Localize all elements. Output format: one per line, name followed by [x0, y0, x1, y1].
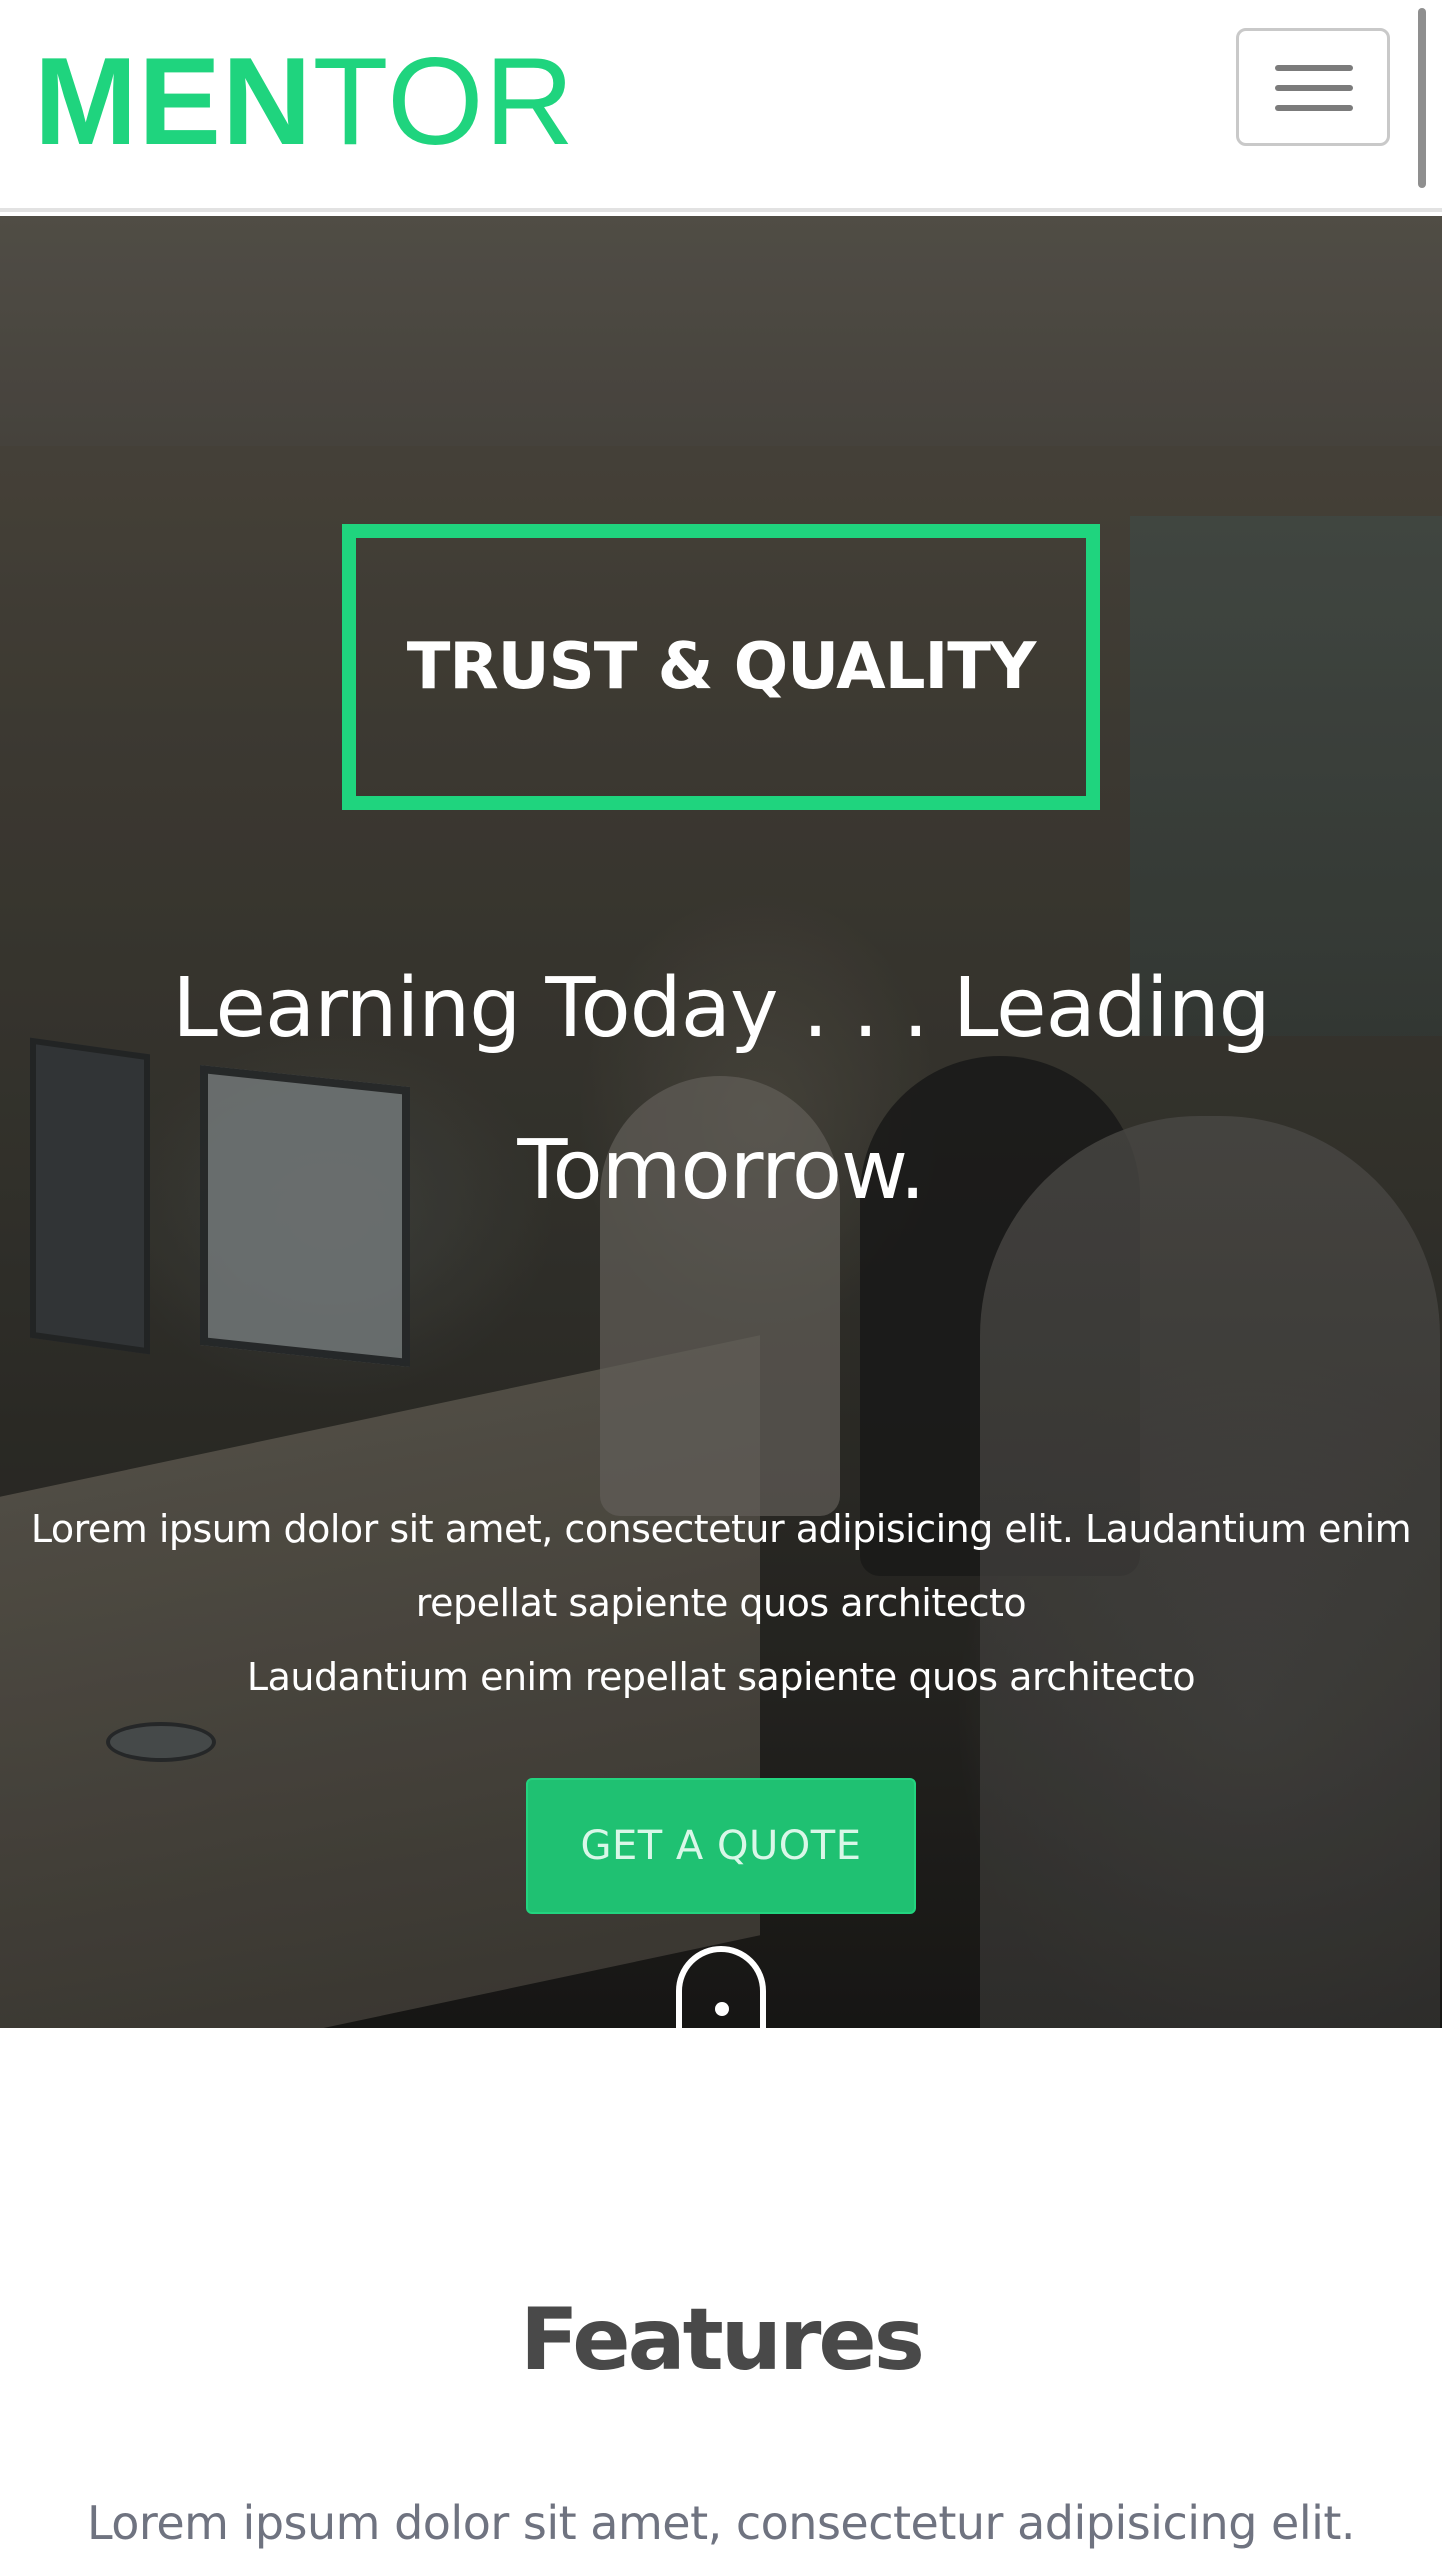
- navbar: MENTOR: [0, 0, 1442, 212]
- hamburger-menu-icon: [1275, 65, 1353, 71]
- hero-title-line: Tomorrow.: [517, 1123, 925, 1218]
- hero-title: Learning Today . . . Leading Tomorrow.: [0, 928, 1442, 1252]
- brand-logo[interactable]: MENTOR: [34, 38, 575, 166]
- brand-logo-light: TOR: [312, 33, 576, 171]
- mouse-scroll-wheel-dot: [715, 2002, 729, 2016]
- trust-quality-badge: TRUST & QUALITY: [342, 524, 1100, 810]
- hamburger-menu-icon-bar: [1275, 105, 1353, 111]
- scrollbar-thumb[interactable]: [1418, 8, 1426, 188]
- features-heading: Features: [520, 2290, 925, 2390]
- hero-subtitle-line: Lorem ipsum dolor sit amet, consectetur …: [30, 1507, 1412, 1551]
- hamburger-menu-icon-bar: [1275, 85, 1353, 91]
- hero-subtitle: Lorem ipsum dolor sit amet, consectetur …: [0, 1492, 1442, 1714]
- mouse-scroll-icon[interactable]: [676, 1946, 766, 2028]
- hero-subtitle-line: repellat sapiente quos architecto: [415, 1581, 1027, 1625]
- hero-title-line: Learning Today . . . Leading: [172, 961, 1270, 1056]
- features-subtitle: Lorem ipsum dolor sit amet, consectetur …: [86, 2496, 1356, 2550]
- hero-section: TRUST & QUALITY Learning Today . . . Lea…: [0, 216, 1442, 2028]
- trust-quality-text: TRUST & QUALITY: [406, 630, 1037, 704]
- menu-toggle-button[interactable]: [1236, 28, 1390, 146]
- hero-subtitle-line: Laudantium enim repellat sapiente quos a…: [246, 1655, 1196, 1699]
- brand-logo-bold: MEN: [34, 33, 313, 171]
- get-a-quote-button[interactable]: GET A QUOTE: [526, 1778, 916, 1914]
